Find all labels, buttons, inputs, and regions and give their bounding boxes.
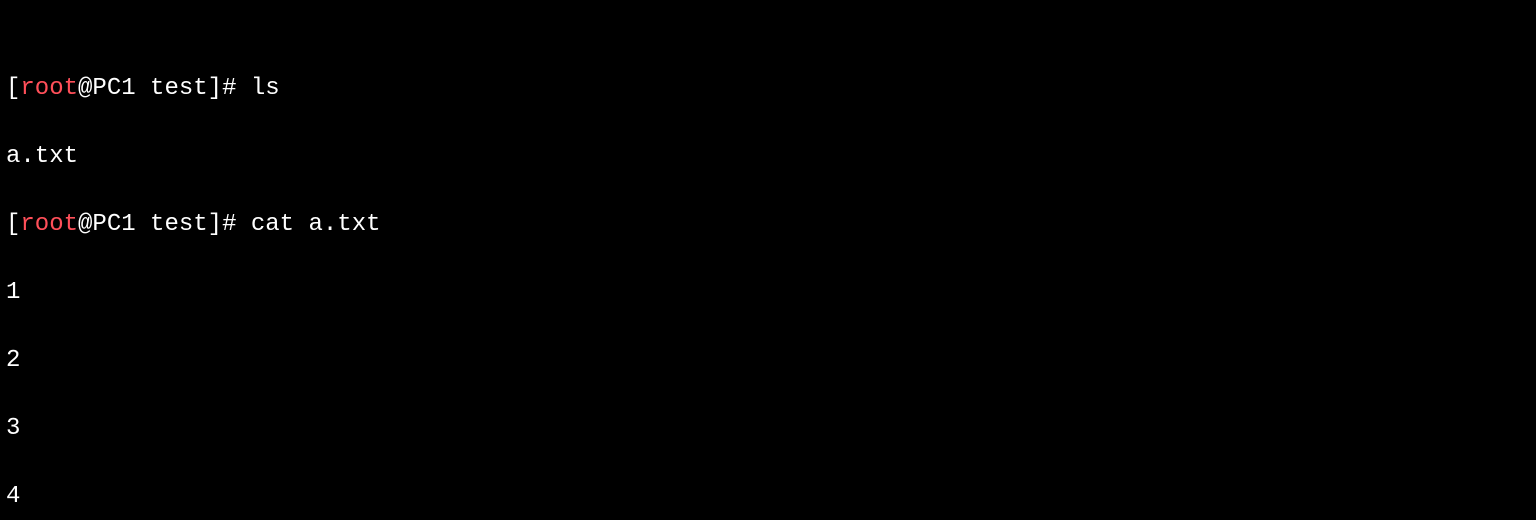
prompt-hash: #	[222, 211, 251, 238]
output-line: 1	[6, 276, 1530, 310]
terminal-line: [root@PC1 test]# ls	[6, 72, 1530, 106]
terminal-window[interactable]: [root@PC1 test]# ls a.txt [root@PC1 test…	[0, 0, 1536, 520]
prompt-host: PC1	[92, 75, 135, 102]
output-line: a.txt	[6, 140, 1530, 174]
prompt-dir: test	[136, 75, 208, 102]
prompt-at: @	[78, 75, 92, 102]
prompt-user: root	[20, 75, 78, 102]
terminal-line: [root@PC1 test]# cat a.txt	[6, 208, 1530, 242]
prompt-open: [	[6, 211, 20, 238]
prompt-hash: #	[222, 75, 251, 102]
prompt-close: ]	[208, 211, 222, 238]
prompt-host: PC1	[92, 211, 135, 238]
output-line: 4	[6, 480, 1530, 514]
command-text: cat a.txt	[251, 211, 381, 238]
prompt-open: [	[6, 75, 20, 102]
prompt-at: @	[78, 211, 92, 238]
prompt-user: root	[20, 211, 78, 238]
output-line: 3	[6, 412, 1530, 446]
prompt-close: ]	[208, 75, 222, 102]
output-line: 2	[6, 344, 1530, 378]
prompt-dir: test	[136, 211, 208, 238]
command-text: ls	[251, 75, 280, 102]
